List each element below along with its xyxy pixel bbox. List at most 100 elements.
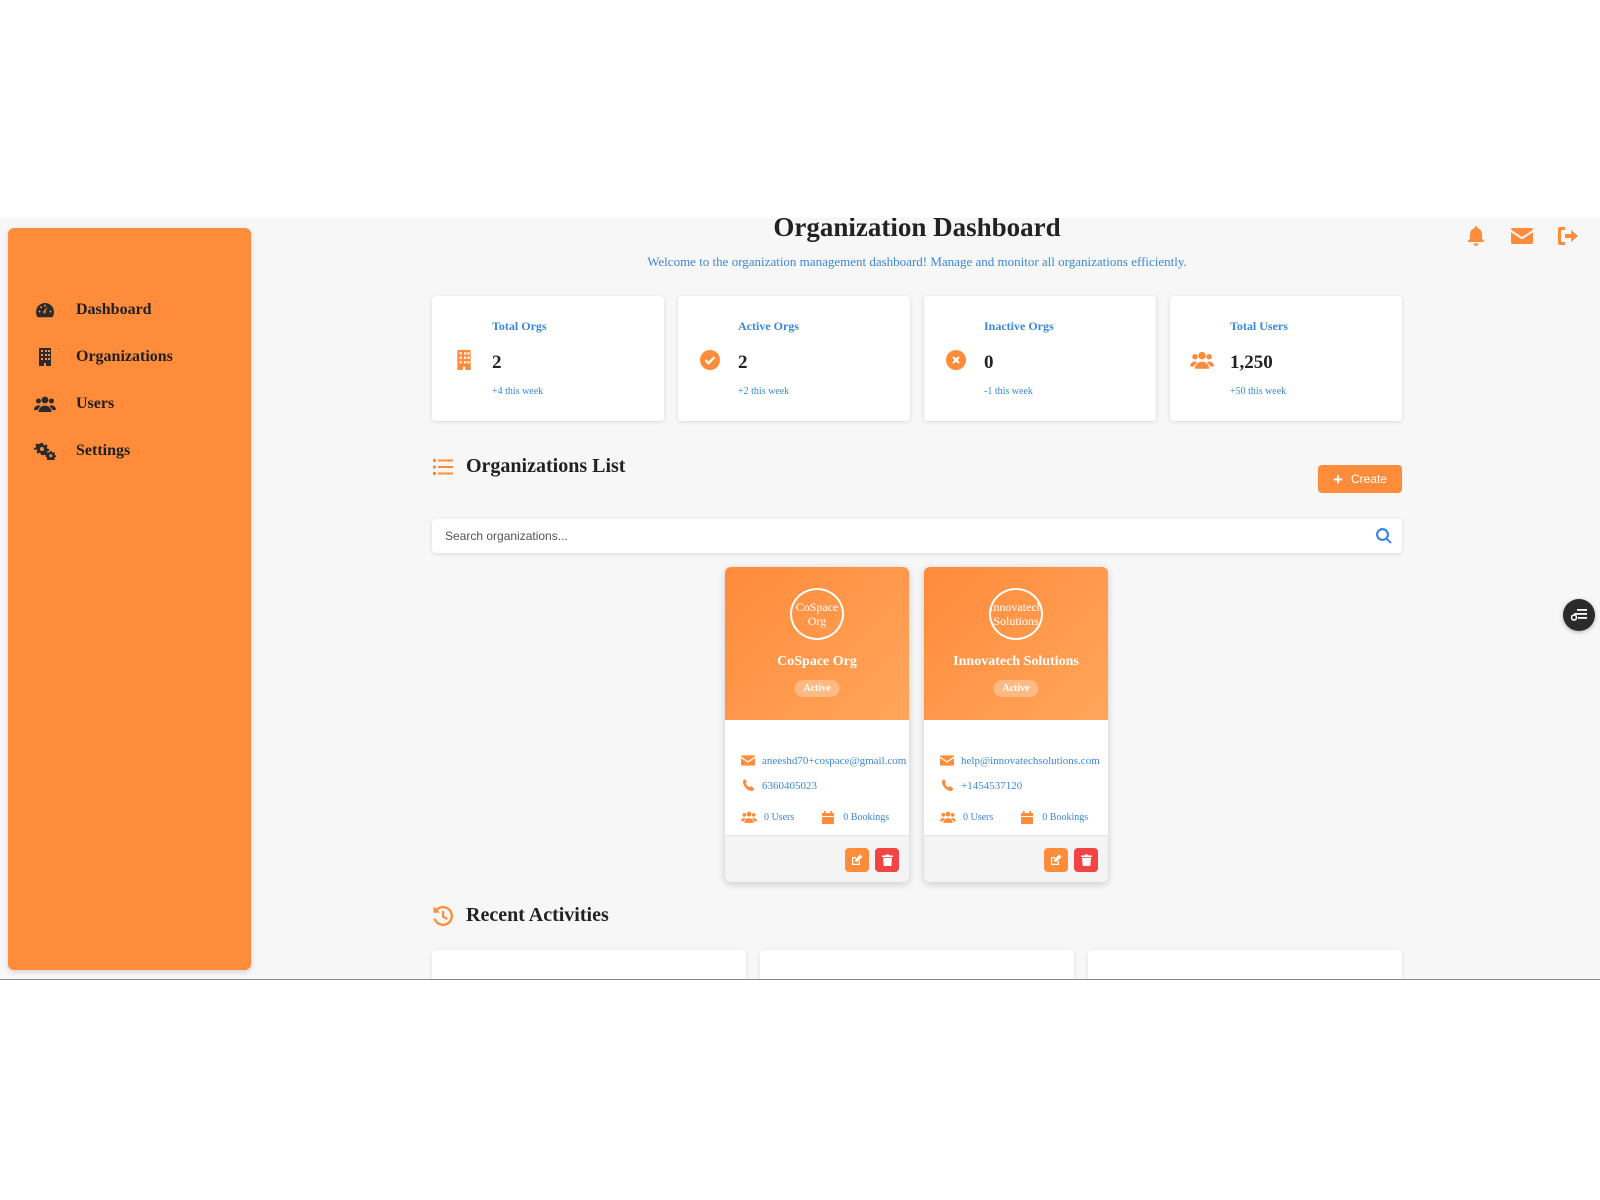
- status-badge: Active: [993, 680, 1039, 697]
- org-phone[interactable]: 6360405023: [762, 780, 817, 792]
- app-viewport: Dashboard Organizations Users Settings O…: [0, 218, 1600, 980]
- edit-button[interactable]: [845, 848, 869, 872]
- status-badge: Active: [794, 680, 840, 697]
- page-title: Organization Dashboard: [773, 218, 1061, 242]
- stat-label: Inactive Orgs: [984, 319, 1054, 333]
- org-email-row: aneeshd70+cospace@gmail.com: [741, 748, 909, 773]
- org-card-footer: [725, 835, 909, 882]
- gauge-icon: [34, 300, 56, 320]
- stat-value: 1,250: [1230, 352, 1273, 373]
- search-input[interactable]: [432, 519, 1362, 553]
- search-bar: [432, 519, 1402, 553]
- org-phone-row: +1454537120: [940, 773, 1108, 798]
- users-icon: [34, 394, 56, 414]
- stat-card-active-orgs: Active Orgs 2 +2 this week: [678, 296, 910, 421]
- delete-button[interactable]: [1074, 848, 1098, 872]
- org-email[interactable]: help@innovatechsolutions.com: [961, 755, 1100, 767]
- envelope-icon: [741, 754, 755, 768]
- trash-icon: [1080, 854, 1092, 866]
- stat-label: Active Orgs: [738, 319, 799, 333]
- search-icon[interactable]: [1376, 528, 1392, 544]
- phone-icon: [741, 779, 755, 793]
- check-circle-icon: [698, 348, 722, 372]
- building-icon: [452, 348, 476, 372]
- sidebar: Dashboard Organizations Users Settings: [8, 228, 251, 970]
- users-icon: [1190, 348, 1214, 372]
- activity-card: [760, 950, 1074, 979]
- envelope-icon[interactable]: [1510, 224, 1534, 248]
- org-users-count: 0 Users: [764, 811, 795, 823]
- org-email[interactable]: aneeshd70+cospace@gmail.com: [762, 755, 906, 767]
- org-users-metric: 0 Users: [741, 810, 794, 824]
- org-bookings-metric: 0 Bookings: [1019, 810, 1088, 824]
- create-label: Create: [1350, 472, 1387, 486]
- create-organization-button[interactable]: + Create: [1318, 465, 1402, 493]
- org-users-metric: 0 Users: [940, 810, 993, 824]
- stat-value: 0: [984, 352, 994, 373]
- stat-trend: +4 this week: [492, 386, 544, 397]
- org-phone[interactable]: +1454537120: [961, 780, 1022, 792]
- stat-card-inactive-orgs: Inactive Orgs 0 -1 this week: [924, 296, 1156, 421]
- org-card-header: CoSpace Org CoSpace Org Active: [725, 567, 909, 720]
- section-title: Organizations List: [466, 455, 626, 477]
- org-card-body: aneeshd70+cospace@gmail.com 6360405023 0…: [725, 720, 909, 824]
- stat-trend: +2 this week: [738, 386, 790, 397]
- sidebar-item-label: Dashboard: [76, 300, 152, 318]
- delete-button[interactable]: [875, 848, 899, 872]
- bell-icon[interactable]: [1464, 224, 1488, 248]
- org-users-count: 0 Users: [963, 811, 994, 823]
- edit-button[interactable]: [1044, 848, 1068, 872]
- org-card[interactable]: Innovatech Solutions Innovatech Solution…: [924, 567, 1108, 882]
- sidebar-item-label: Settings: [76, 441, 131, 459]
- logout-icon[interactable]: [1556, 224, 1580, 248]
- org-bookings-count: 0 Bookings: [1042, 811, 1089, 823]
- envelope-icon: [940, 754, 954, 768]
- edit-icon: [1051, 854, 1062, 865]
- stat-value: 2: [492, 352, 502, 373]
- org-card-footer: [924, 835, 1108, 882]
- org-logo: CoSpace Org: [790, 588, 844, 640]
- stat-value: 2: [738, 352, 748, 373]
- plus-icon: +: [1333, 469, 1343, 489]
- gears-icon: [34, 441, 56, 461]
- list-icon: [432, 456, 454, 478]
- stat-label: Total Orgs: [492, 319, 547, 333]
- activity-card: [432, 950, 746, 979]
- stat-trend: +50 this week: [1230, 386, 1287, 397]
- sidebar-item-organizations[interactable]: Organizations: [8, 333, 251, 380]
- sidebar-item-label: Users: [76, 394, 115, 412]
- history-icon: [432, 905, 454, 927]
- stat-card-total-orgs: Total Orgs 2 +4 this week: [432, 296, 664, 421]
- stats-row: Total Orgs 2 +4 this week Active Orgs 2 …: [432, 296, 1402, 421]
- org-phone-row: 6360405023: [741, 773, 909, 798]
- org-card-header: Innovatech Solutions Innovatech Solution…: [924, 567, 1108, 720]
- trash-icon: [881, 854, 893, 866]
- calendar-icon: [820, 810, 836, 824]
- stat-card-total-users: Total Users 1,250 +50 this week: [1170, 296, 1402, 421]
- org-bookings-metric: 0 Bookings: [820, 810, 889, 824]
- org-card-body: help@innovatechsolutions.com +1454537120…: [924, 720, 1108, 824]
- header-actions: [1464, 224, 1580, 248]
- list-toggle-icon: [1571, 609, 1587, 621]
- phone-icon: [940, 779, 954, 793]
- section-title: Recent Activities: [466, 904, 609, 926]
- org-card[interactable]: CoSpace Org CoSpace Org Active aneeshd70…: [725, 567, 909, 882]
- x-circle-icon: [944, 348, 968, 372]
- users-icon: [940, 810, 956, 824]
- page-subtitle: Welcome to the organization management d…: [647, 254, 1187, 269]
- org-bookings-count: 0 Bookings: [843, 811, 890, 823]
- org-name: CoSpace Org: [777, 654, 857, 669]
- users-icon: [741, 810, 757, 824]
- floating-menu-button[interactable]: [1563, 599, 1595, 631]
- sidebar-item-label: Organizations: [76, 347, 173, 365]
- stat-trend: -1 this week: [984, 386, 1033, 397]
- building-icon: [34, 347, 56, 367]
- org-metrics: 0 Users 0 Bookings: [940, 810, 1108, 824]
- sidebar-item-dashboard[interactable]: Dashboard: [8, 286, 251, 333]
- org-metrics: 0 Users 0 Bookings: [741, 810, 909, 824]
- stat-label: Total Users: [1230, 319, 1288, 333]
- edit-icon: [852, 854, 863, 865]
- sidebar-item-users[interactable]: Users: [8, 380, 251, 427]
- recent-activities-header: Recent Activities: [432, 904, 609, 927]
- sidebar-item-settings[interactable]: Settings: [8, 427, 251, 474]
